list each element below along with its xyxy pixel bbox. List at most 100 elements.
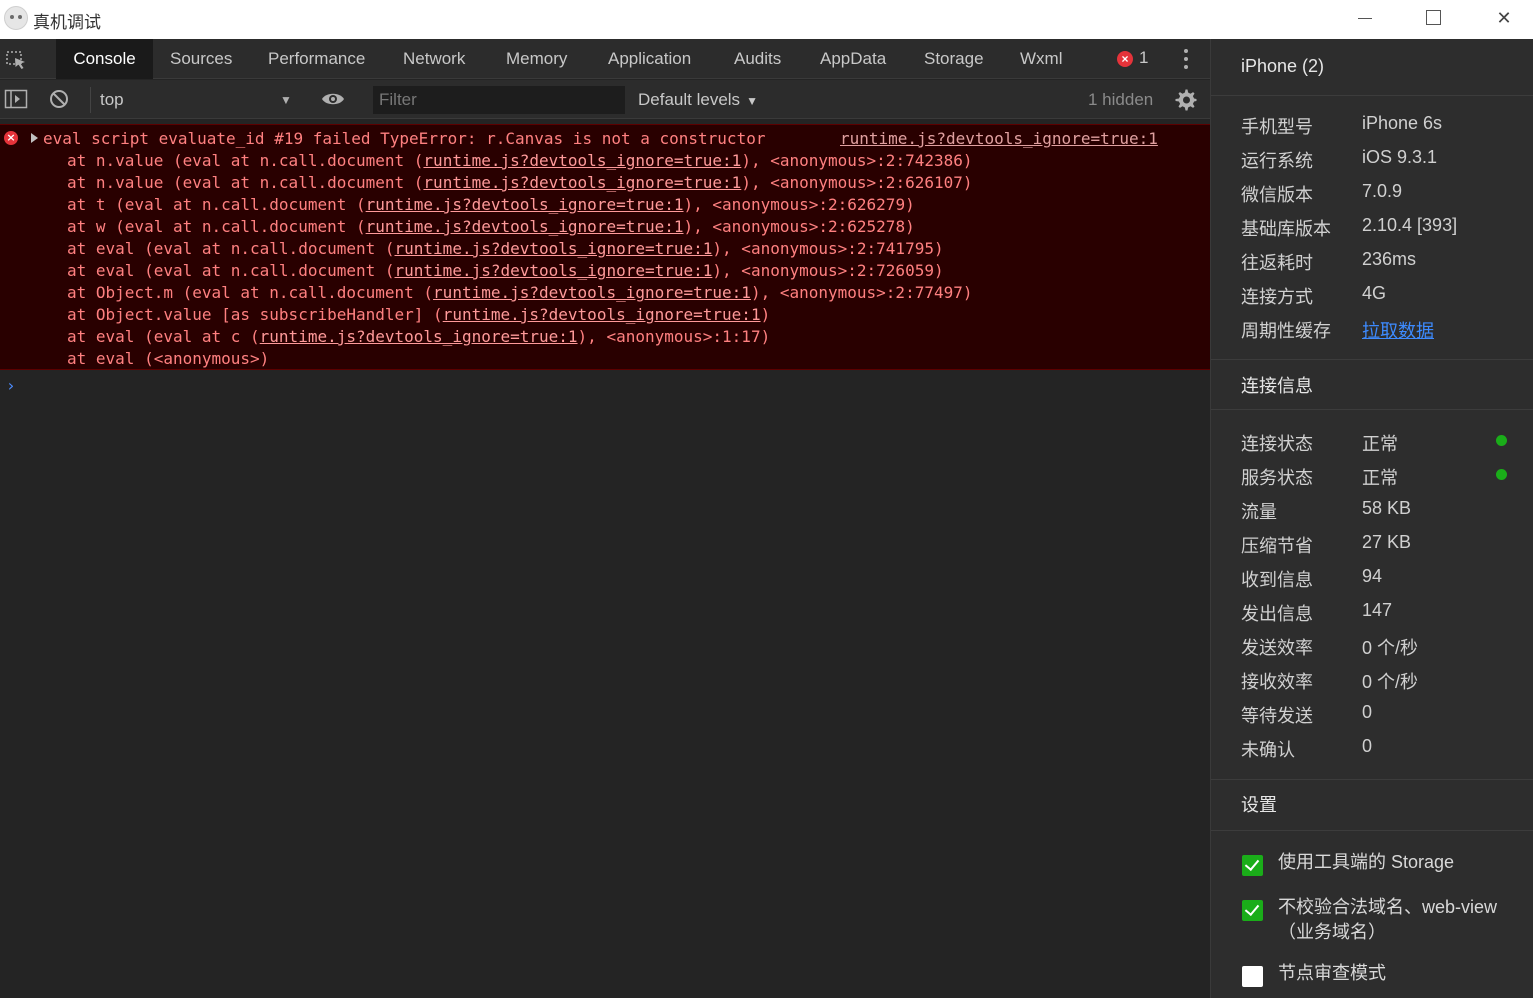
stack-frame-location: ), <anonymous>:1:17) xyxy=(577,327,771,346)
devtools-panel: Console Sources Performance Network Memory Ap… xyxy=(0,39,1210,998)
stack-frame: at eval (eval at c (runtime.js?devtools_… xyxy=(67,326,973,348)
console-error-message[interactable]: × eval script evaluate_id #19 failed Typ… xyxy=(0,124,1210,370)
stack-frame-source-link[interactable]: runtime.js?devtools_ignore=true:1 xyxy=(366,217,684,236)
info-value-cell: 0 xyxy=(1362,702,1372,723)
stack-frame-source-link[interactable]: runtime.js?devtools_ignore=true:1 xyxy=(260,327,578,346)
divider xyxy=(1211,95,1533,96)
clear-console-icon[interactable] xyxy=(47,88,71,110)
setting-label[interactable]: 不校验合法域名、web-view（业务域名） xyxy=(1278,895,1508,945)
stack-trace: at n.value (eval at n.call.document (run… xyxy=(67,150,973,370)
console-prompt-icon[interactable]: › xyxy=(6,376,16,395)
info-value-cell: 0 个/秒 xyxy=(1362,668,1418,694)
info-value-cell: iPhone 6s xyxy=(1362,113,1442,134)
setting-label[interactable]: 使用工具端的 Storage xyxy=(1278,850,1508,875)
remote-debug-sidebar: iPhone (2) 手机型号 iPhone 6s 运行系统 iOS 9.3.1 微信版… xyxy=(1210,39,1533,998)
setting-label[interactable]: 节点审查模式 xyxy=(1278,961,1508,986)
info-value-cell: 0 xyxy=(1362,736,1372,757)
tab-console[interactable]: Console xyxy=(56,39,153,79)
info-value-cell: 236ms xyxy=(1362,249,1416,270)
stack-frame: at eval (eval at n.call.document (runtim… xyxy=(67,238,973,260)
info-label: 流量 xyxy=(1241,502,1277,522)
device-name: iPhone (2) xyxy=(1241,56,1325,76)
error-icon: × xyxy=(4,131,18,145)
wechat-devtools-logo-icon xyxy=(4,6,28,30)
tab-appdata[interactable]: AppData xyxy=(820,39,886,79)
divider xyxy=(1211,779,1533,780)
pull-data-link[interactable]: 拉取数据 xyxy=(1362,321,1434,341)
info-label: 周期性缓存 xyxy=(1241,321,1331,341)
log-levels-dropdown[interactable]: Default levels ▼ xyxy=(638,86,758,114)
stack-frame-source-link[interactable]: runtime.js?devtools_ignore=true:1 xyxy=(395,239,713,258)
setting-checkbox[interactable] xyxy=(1242,900,1263,921)
setting-checkbox[interactable] xyxy=(1242,855,1263,876)
expand-triangle-icon[interactable] xyxy=(31,133,38,143)
stack-frame-text: at Object.value [as subscribeHandler] ( xyxy=(67,305,443,324)
stack-frame-text: at w (eval at n.call.document ( xyxy=(67,217,366,236)
live-expression-eye-icon[interactable] xyxy=(321,88,345,110)
close-button[interactable]: ✕ xyxy=(1481,2,1527,34)
info-value-cell[interactable]: 拉取数据 xyxy=(1362,317,1434,343)
maximize-icon xyxy=(1426,10,1441,25)
error-count-icon[interactable]: × xyxy=(1117,51,1133,67)
inspect-element-icon[interactable] xyxy=(5,49,29,71)
sidebar-toggle-icon[interactable] xyxy=(4,88,28,110)
stack-frame-source-link[interactable]: runtime.js?devtools_ignore=true:1 xyxy=(443,305,761,324)
info-value: iOS 9.3.1 xyxy=(1362,147,1438,167)
error-source-link[interactable]: runtime.js?devtools_ignore=true:1 xyxy=(840,128,1158,150)
setting-checkbox[interactable] xyxy=(1242,966,1263,987)
stack-frame-location: ), <anonymous>:2:741795) xyxy=(712,239,944,258)
stack-frame-source-link[interactable]: runtime.js?devtools_ignore=true:1 xyxy=(366,195,684,214)
close-icon: ✕ xyxy=(1496,8,1512,28)
tab-audits[interactable]: Audits xyxy=(734,39,781,79)
stack-frame-source-link[interactable]: runtime.js?devtools_ignore=true:1 xyxy=(423,173,741,192)
info-label: 微信版本 xyxy=(1241,185,1313,205)
info-label: 发送效率 xyxy=(1241,638,1313,658)
tab-storage[interactable]: Storage xyxy=(924,39,984,79)
info-label: 收到信息 xyxy=(1241,570,1313,590)
stack-frame-text: at n.value (eval at n.call.document ( xyxy=(67,151,424,170)
maximize-button[interactable] xyxy=(1411,2,1457,34)
tab-network[interactable]: Network xyxy=(403,39,465,79)
stack-frame-text: at Object.m (eval at n.call.document ( xyxy=(67,283,434,302)
tab-wxml[interactable]: Wxml xyxy=(1020,39,1062,79)
tab-sources[interactable]: Sources xyxy=(170,39,232,79)
info-label: 连接状态 xyxy=(1241,434,1313,454)
minimize-button[interactable] xyxy=(1342,2,1388,34)
hidden-messages-count: 1 hidden xyxy=(1088,90,1154,109)
info-value-cell: 27 KB xyxy=(1362,532,1411,553)
log-levels-label: Default levels xyxy=(638,90,741,109)
stack-frame-text: at t (eval at n.call.document ( xyxy=(67,195,366,214)
more-options-icon[interactable] xyxy=(1176,47,1196,71)
info-label: 手机型号 xyxy=(1241,117,1313,137)
tab-performance[interactable]: Performance xyxy=(268,39,365,79)
stack-frame: at t (eval at n.call.document (runtime.j… xyxy=(67,194,973,216)
stack-frame-source-link[interactable]: runtime.js?devtools_ignore=true:1 xyxy=(395,261,713,280)
info-value: 2.10.4 [393] xyxy=(1362,215,1458,235)
divider xyxy=(1211,409,1533,410)
context-selector[interactable]: top xyxy=(90,87,300,113)
error-count[interactable]: 1 xyxy=(1139,48,1148,68)
divider xyxy=(1211,830,1533,831)
info-value: 7.0.9 xyxy=(1362,181,1403,201)
context-dropdown-arrow-icon[interactable]: ▼ xyxy=(280,87,292,113)
info-value-cell: 正常 xyxy=(1362,430,1398,456)
filter-input[interactable] xyxy=(373,86,625,114)
info-value-cell: 94 xyxy=(1362,566,1382,587)
stack-frame-text: at eval (<anonymous>) xyxy=(67,349,270,368)
stack-frame-text: at eval (eval at c ( xyxy=(67,327,260,346)
info-value-cell: iOS 9.3.1 xyxy=(1362,147,1437,168)
info-value: 27 KB xyxy=(1362,532,1412,552)
stack-frame-location: ), <anonymous>:2:625278) xyxy=(683,217,915,236)
status-ok-indicator-icon xyxy=(1496,469,1507,480)
info-value: 0 xyxy=(1362,702,1373,722)
info-value: 4G xyxy=(1362,283,1387,303)
stack-frame-source-link[interactable]: runtime.js?devtools_ignore=true:1 xyxy=(433,283,751,302)
gear-icon[interactable] xyxy=(1174,88,1198,112)
stack-frame-location: ), <anonymous>:2:626107) xyxy=(741,173,973,192)
tab-application[interactable]: Application xyxy=(608,39,691,79)
info-value-cell: 正常 xyxy=(1362,464,1398,490)
stack-frame: at Object.m (eval at n.call.document (ru… xyxy=(67,282,973,304)
stack-frame-source-link[interactable]: runtime.js?devtools_ignore=true:1 xyxy=(423,151,741,170)
tab-memory[interactable]: Memory xyxy=(506,39,567,79)
info-label: 发出信息 xyxy=(1241,604,1313,624)
